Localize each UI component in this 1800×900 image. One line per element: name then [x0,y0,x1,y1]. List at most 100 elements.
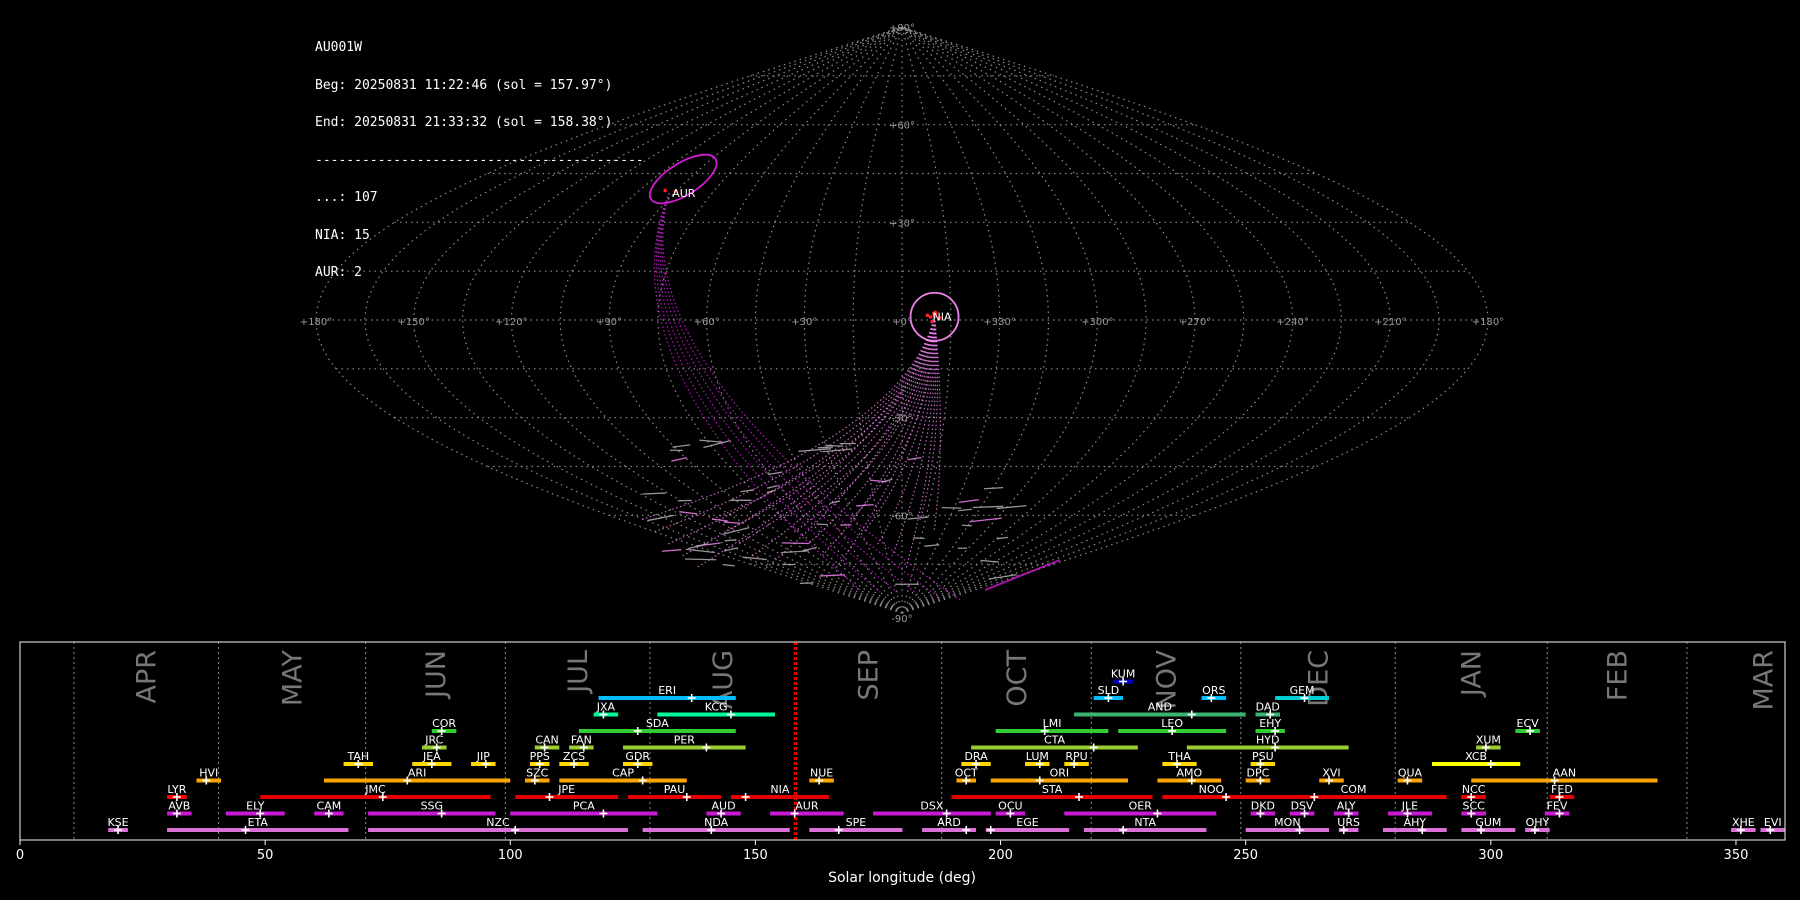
x-tick-label: 0 [16,848,24,863]
meteor-trail [657,192,901,595]
shower-oct: OCT [955,767,978,785]
radiant-label: AUR [672,187,696,200]
shower-aan: AAN [1471,767,1658,785]
meteor-trail [667,316,936,545]
shower-lum: LUM [1025,750,1050,768]
shower-per: PER [623,734,746,752]
lon-label: +330° [983,317,1015,328]
shower-psu: PSU [1250,750,1276,768]
shower-kum: KUM [1111,668,1135,686]
shower-label: OHY [1526,816,1550,829]
meteor-trail [807,316,936,545]
shower-label: OCU [998,800,1022,813]
shower-label: PCA [573,800,595,813]
lon-label: +90° [596,317,622,328]
shower-aur: AUR [770,800,844,818]
shower-label: JEA [422,750,441,763]
sporadic-meteor [907,456,922,461]
shower-lmi: LMI [995,717,1109,735]
shower-noo: NOO [1162,783,1261,801]
shower-label: NTA [1134,816,1156,829]
shower-label: COM [1341,783,1367,796]
shower-nta: NTA [1083,816,1207,834]
shower-nda: NDA [642,816,790,834]
meteor-trail [656,192,881,593]
shower-sld: SLD [1093,684,1124,702]
sporadic-meteor [924,544,940,547]
sporadic-meteor [672,444,691,448]
lon-label: +30° [791,317,817,328]
meteor-trail [984,559,1061,591]
meridian [364,26,903,614]
x-tick-label: 250 [1233,848,1258,863]
sporadic-meteor [767,471,783,476]
shower-label: PPS [530,750,550,763]
meteor-trail [662,192,961,601]
shower-pca: PCA [510,800,658,818]
sporadic-meteor [958,508,973,512]
lat-label: -60° [891,511,912,522]
shower-label: OER [1129,800,1153,813]
sporadic-meteor [722,563,735,567]
shower-label: GEM [1290,684,1315,697]
shower-mon: MON [1245,816,1330,834]
shower-pau: PAU [627,783,722,801]
shower-nzc: NZC [368,816,628,834]
x-tick-label: 350 [1724,848,1749,863]
shower-label: LUM [1026,750,1049,763]
shower-label: PER [674,734,696,747]
shower-label: HVI [199,767,218,780]
shower-fed: FED [1549,783,1575,801]
shower-label: SCC [1463,800,1486,813]
shower-sda: SDA [578,717,736,735]
sporadic-meteor [958,498,979,503]
shower-label: MON [1274,816,1300,829]
shower-label: NDA [704,816,729,829]
shower-tha: THA [1162,750,1197,768]
shower-label: LMI [1043,717,1062,730]
shower-label: ERI [658,684,676,697]
sporadic-meteor [983,486,1004,490]
shower-jmc: JMC [260,783,491,801]
shower-label: JRC [424,734,443,747]
sporadic-meteor [817,446,834,449]
shower-label: NUE [810,767,833,780]
shower-label: GDR [625,750,650,763]
x-tick-label: 50 [257,848,274,863]
shower-ecv: ECV [1515,717,1540,735]
shower-bars: KUM ERI SLD ORS GEM JXA KCG AND DAD COR SDA LMI LEO E… [107,668,1785,834]
radiant-point [663,188,668,193]
shower-dsx: DSX [873,800,991,818]
shower-label: QUA [1398,767,1423,780]
sporadic-meteor [972,505,1004,509]
sporadic-meteor [781,542,809,545]
sporadic-meteor [980,559,999,563]
shower-leo: LEO [1118,717,1227,735]
sporadic-meteor [961,524,973,527]
shower-label: XVI [1322,767,1340,780]
shower-label: XCB [1465,750,1487,763]
x-tick-label: 100 [498,848,523,863]
shower-label: FAN [571,734,592,747]
shower-jip: JIP [471,750,496,768]
meteor-trail [765,316,936,569]
shower-label: RPU [1065,750,1087,763]
shower-ege: EGE [985,816,1070,834]
shower-label: ELY [246,800,265,813]
shower-label: NZC [486,816,510,829]
shower-label: HYD [1256,734,1279,747]
shower-label: ECV [1517,717,1540,730]
shower-ari: ARI [323,767,511,785]
month-label: JUL [563,650,594,695]
x-axis-label: Solar longitude (deg) [828,870,976,886]
shower-ehy: EHY [1255,717,1285,735]
shower-cam: CAM [314,800,344,818]
shower-label: AHY [1404,816,1427,829]
sporadic-meteor [642,492,666,495]
shower-label: DSX [920,800,943,813]
shower-label: XUM [1476,734,1501,747]
shower-amo: AMO [1157,767,1222,785]
shower-qua: QUA [1397,767,1423,785]
shower-cor: COR [431,717,456,735]
shower-hvi: HVI [196,767,222,785]
